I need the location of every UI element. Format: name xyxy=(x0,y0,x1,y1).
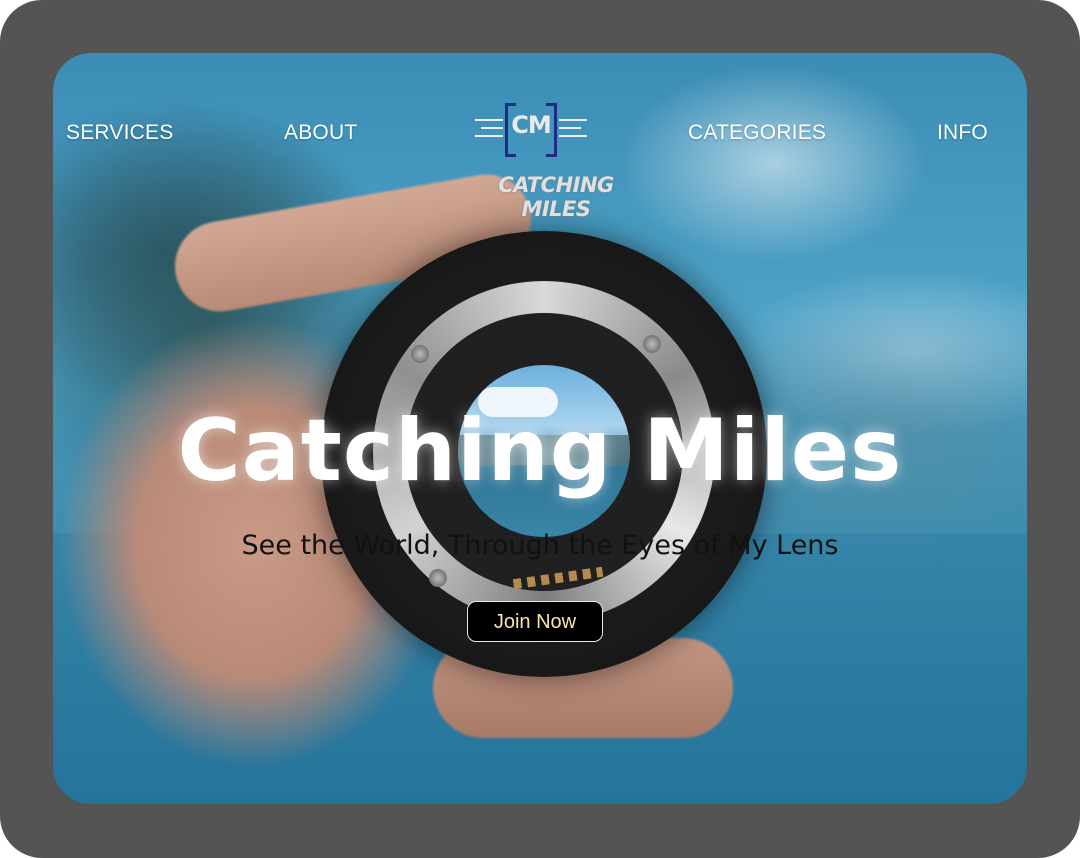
lens-screw-icon xyxy=(429,569,447,587)
hero-title: Catching Miles xyxy=(177,401,903,501)
logo-speed-line xyxy=(475,135,503,137)
logo-initials: CM xyxy=(511,111,552,139)
logo-speed-line xyxy=(475,119,503,121)
lens-screw-icon xyxy=(411,345,429,363)
join-now-button[interactable]: Join Now xyxy=(467,601,603,642)
logo-wordmark: CATCHING MILES xyxy=(498,173,614,221)
site-logo[interactable]: CM CATCHING MILES xyxy=(473,101,614,221)
hero-subtitle: See the World, Through the Eyes of My Le… xyxy=(241,530,839,561)
logo-speed-line xyxy=(559,119,587,121)
logo-speed-line xyxy=(481,127,503,129)
logo-speed-line xyxy=(559,127,581,129)
nav-info[interactable]: INFO xyxy=(937,121,988,145)
nav-categories[interactable]: CATEGORIES xyxy=(688,121,826,145)
lens-screw-icon xyxy=(643,335,661,353)
nav-about[interactable]: ABOUT xyxy=(284,121,357,145)
page-frame: SERVICES ABOUT CATEGORIES INFO CM CATCHI… xyxy=(0,0,1080,858)
nav-services[interactable]: SERVICES xyxy=(66,121,173,145)
logo-mark: CM xyxy=(505,103,557,157)
logo-speed-line xyxy=(559,135,587,137)
hero-section: SERVICES ABOUT CATEGORIES INFO CM CATCHI… xyxy=(53,53,1027,804)
